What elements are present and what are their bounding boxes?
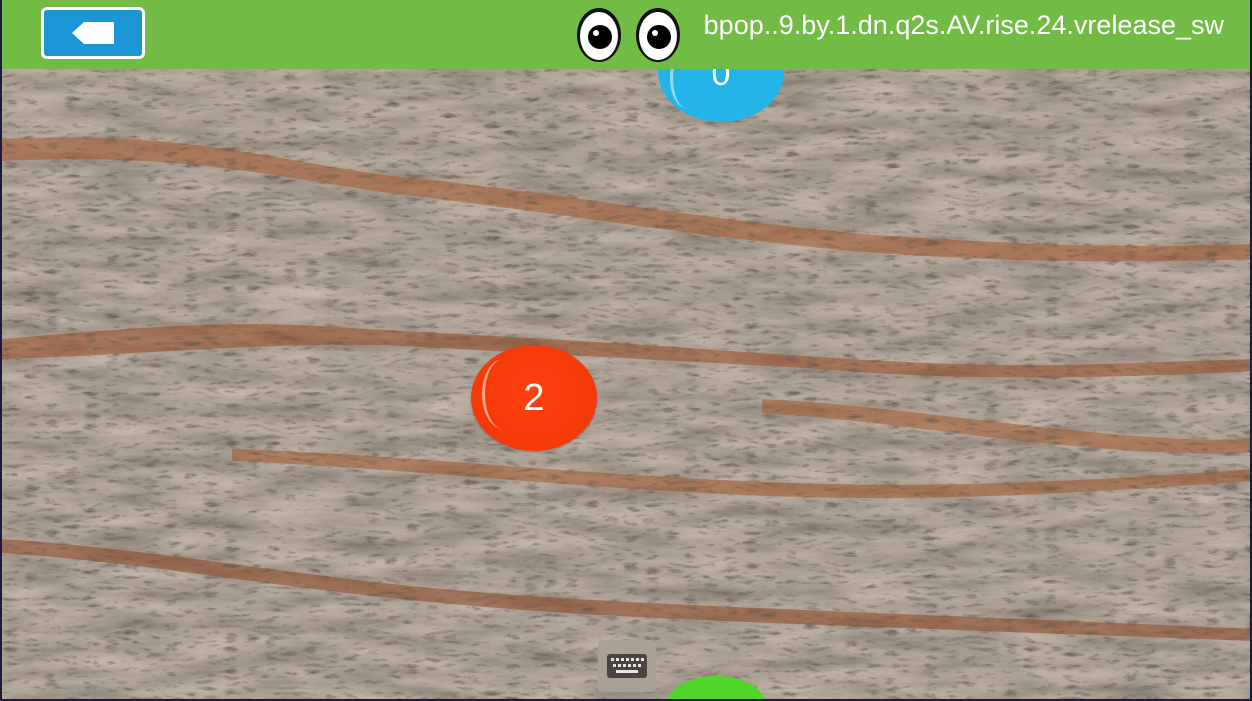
build-label-start: bpop <box>703 10 764 40</box>
back-arrow-icon <box>72 22 114 44</box>
ball-red[interactable]: 2 <box>471 345 597 451</box>
ball-red-label: 2 <box>523 377 545 419</box>
keyboard-button[interactable] <box>598 640 656 692</box>
tree-bark-background <box>2 69 1250 699</box>
build-version-text: bpop..9.by.1.dn.q2s.AV.rise.24.vrelease_… <box>704 10 1224 40</box>
back-button[interactable] <box>41 7 145 59</box>
build-label-end: ..9.by.1.dn.q2s.AV.rise.24.vrelease_sw <box>763 10 1224 40</box>
game-stage: bpop..9.by.1.dn.q2s.AV.rise.24.vrelease_… <box>0 0 1252 701</box>
eyes-icon <box>577 8 680 62</box>
keyboard-icon <box>607 654 647 678</box>
